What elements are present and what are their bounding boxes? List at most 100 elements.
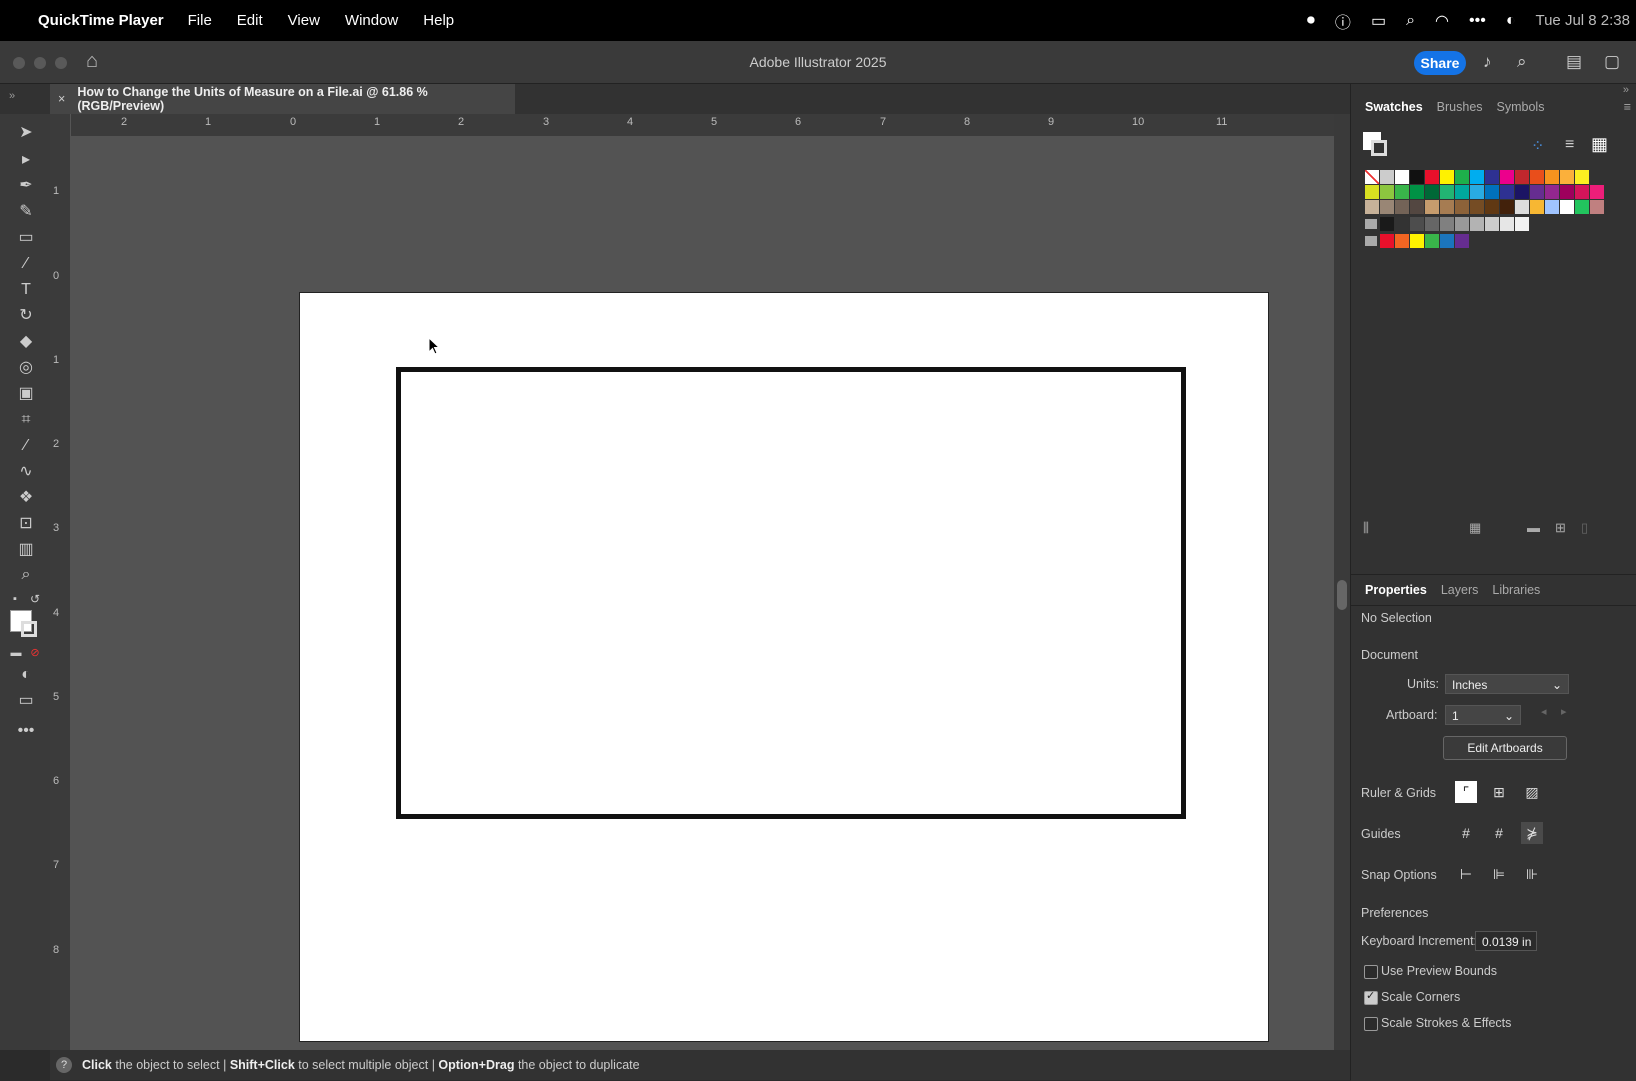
swatch[interactable] — [1440, 234, 1454, 248]
share-button[interactable]: Share — [1414, 51, 1466, 75]
bell-icon[interactable]: ♪ — [1483, 52, 1492, 72]
snap-to-glyph-icon[interactable]: ⊪ — [1521, 863, 1543, 885]
document-tab[interactable]: × How to Change the Units of Measure on … — [50, 84, 515, 114]
scale-corners-checkbox[interactable]: ✓ — [1364, 990, 1378, 1005]
swatch[interactable] — [1500, 185, 1514, 199]
swatch[interactable] — [1575, 170, 1589, 184]
swatch[interactable] — [1485, 200, 1499, 214]
units-dropdown[interactable]: Inches ⌄ — [1445, 674, 1569, 694]
artboard-dropdown[interactable]: 1 ⌄ — [1445, 705, 1521, 725]
show-guides-icon[interactable]: # — [1455, 822, 1477, 844]
swatch[interactable] — [1560, 170, 1574, 184]
swatch[interactable] — [1365, 185, 1379, 199]
swatch[interactable] — [1455, 217, 1469, 231]
swatch[interactable] — [1485, 217, 1499, 231]
tab-layers[interactable]: Layers — [1441, 583, 1479, 597]
swatch[interactable] — [1515, 217, 1529, 231]
swatch-libraries-icon[interactable]: ⫼ — [1363, 520, 1369, 536]
swatch[interactable] — [1590, 200, 1604, 214]
keyboard-increment-input[interactable]: 0.0139 in — [1475, 931, 1537, 951]
rotate-tool-icon[interactable]: ↻ — [14, 305, 38, 327]
swatch-kinds-icon[interactable]: ⁘ — [1531, 136, 1544, 156]
swatch[interactable] — [1455, 200, 1469, 214]
swatch[interactable] — [1410, 217, 1424, 231]
scrollbar-thumb[interactable] — [1337, 580, 1347, 610]
folder-icon[interactable]: ▬ — [1527, 520, 1540, 535]
snap-to-point-icon[interactable]: ⊢ — [1455, 863, 1477, 885]
screen-mode-icon[interactable]: ▭ — [14, 690, 38, 712]
none-color-icon[interactable]: ⊘ — [28, 642, 42, 664]
symbol-sprayer-tool-icon[interactable]: ❖ — [14, 487, 38, 509]
swatch[interactable] — [1500, 170, 1514, 184]
selection-tool-icon[interactable]: ➤ — [14, 122, 38, 144]
swatch-group-folder-icon[interactable] — [1365, 236, 1377, 246]
swatch[interactable] — [1410, 185, 1424, 199]
search-icon[interactable]: ⌕ — [1517, 52, 1527, 72]
menubar-clock[interactable]: Tue Jul 8 2:38 — [1535, 12, 1630, 29]
swatch[interactable] — [1575, 200, 1589, 214]
tab-libraries[interactable]: Libraries — [1492, 583, 1540, 597]
app-menu-quicktime[interactable]: QuickTime Player — [38, 12, 164, 29]
swatch[interactable] — [1545, 185, 1559, 199]
grid-view-icon[interactable]: ▦ — [1591, 134, 1608, 155]
spotlight-search-icon[interactable]: ⌕ — [1406, 12, 1415, 30]
swatch[interactable] — [1380, 234, 1394, 248]
menu-window[interactable]: Window — [345, 12, 398, 29]
swatch[interactable] — [1410, 170, 1424, 184]
eyedropper-tool-icon[interactable]: ⁄ — [14, 435, 38, 457]
menu-edit[interactable]: Edit — [237, 12, 263, 29]
swatch[interactable] — [1530, 185, 1544, 199]
previous-artboard-icon[interactable]: ◂ — [1541, 705, 1547, 718]
swatch[interactable] — [1455, 185, 1469, 199]
workspace-icon[interactable]: ▤ — [1566, 52, 1582, 72]
smart-guides-icon[interactable]: ⋡ — [1521, 822, 1543, 844]
paintbrush-tool-icon[interactable]: ⁄ — [14, 253, 38, 275]
swatch[interactable] — [1380, 200, 1394, 214]
edit-artboards-button[interactable]: Edit Artboards — [1443, 736, 1567, 760]
swatch[interactable] — [1380, 185, 1394, 199]
swatch[interactable] — [1515, 200, 1529, 214]
shape-builder-tool-icon[interactable]: ◎ — [14, 357, 38, 379]
swatch[interactable] — [1440, 185, 1454, 199]
rulers-toggle-icon[interactable]: ⌜ — [1455, 781, 1477, 803]
panel-stroke-swatch[interactable] — [1371, 140, 1387, 156]
vertical-ruler[interactable]: 1 0 1 2 3 4 5 6 7 8 — [50, 114, 71, 1050]
battery-icon[interactable]: ▭ — [1371, 11, 1386, 31]
swatch[interactable] — [1395, 200, 1409, 214]
swatch[interactable] — [1590, 185, 1604, 199]
swatch[interactable] — [1395, 170, 1409, 184]
swatch[interactable] — [1545, 170, 1559, 184]
swatch-group-folder-icon[interactable] — [1365, 219, 1377, 229]
snap-to-pixel-icon[interactable]: ⊫ — [1488, 863, 1510, 885]
transparency-grid-icon[interactable]: ▨ — [1521, 781, 1543, 803]
more-tools-icon[interactable]: ••• — [14, 720, 38, 742]
swatch-none[interactable] — [1365, 170, 1379, 184]
swatch[interactable] — [1425, 170, 1439, 184]
scale-strokes-effects-checkbox[interactable] — [1364, 1017, 1378, 1031]
artboard-tool-icon[interactable]: ⊡ — [14, 513, 38, 535]
menu-view[interactable]: View — [288, 12, 320, 29]
gradient-tool-icon[interactable]: ▣ — [14, 383, 38, 405]
more-icon[interactable]: ••• — [1469, 12, 1486, 30]
graph-tool-icon[interactable]: ▥ — [14, 539, 38, 561]
swatch[interactable] — [1500, 200, 1514, 214]
swatch[interactable] — [1470, 217, 1484, 231]
menu-help[interactable]: Help — [423, 12, 454, 29]
default-fill-stroke-icon[interactable]: ▪ — [8, 588, 22, 610]
help-icon[interactable]: ? — [56, 1057, 72, 1073]
swatch[interactable] — [1440, 200, 1454, 214]
direct-selection-tool-icon[interactable]: ▸ — [14, 149, 38, 171]
swatch[interactable] — [1395, 234, 1409, 248]
control-center-icon[interactable]: ◐ — [1506, 12, 1516, 30]
swatch[interactable] — [1530, 200, 1544, 214]
swatch[interactable] — [1425, 200, 1439, 214]
tab-symbols[interactable]: Symbols — [1497, 100, 1545, 114]
swatch[interactable] — [1560, 200, 1574, 214]
tab-swatches[interactable]: Swatches — [1365, 100, 1423, 114]
swatch[interactable] — [1530, 170, 1544, 184]
panel-menu-icon[interactable]: ≡ — [1624, 100, 1631, 114]
blend-tool-icon[interactable]: ∿ — [14, 461, 38, 483]
eraser-tool-icon[interactable]: ◆ — [14, 331, 38, 353]
type-tool-icon[interactable]: T — [14, 279, 38, 301]
horizontal-ruler[interactable]: 2 1 0 1 2 3 4 5 6 7 8 9 10 11 — [50, 114, 1350, 137]
